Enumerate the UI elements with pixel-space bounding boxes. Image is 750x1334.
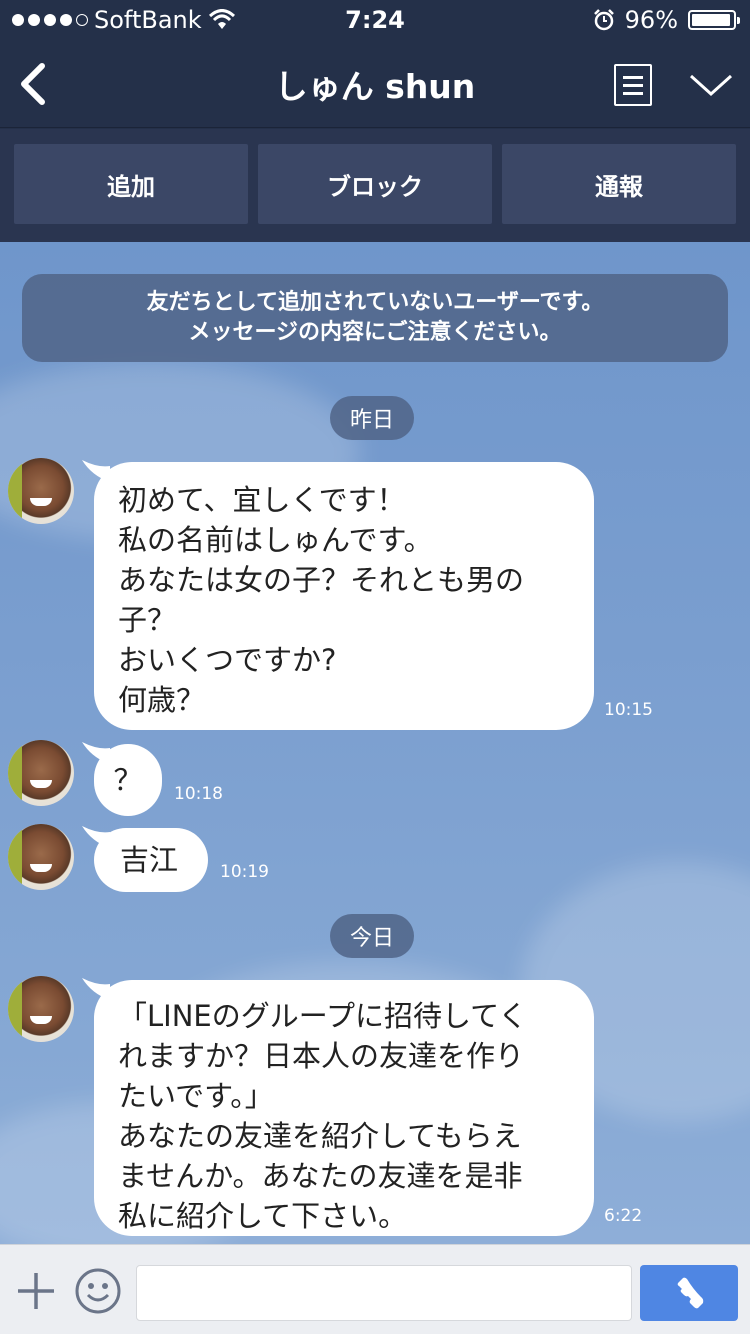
call-button[interactable] bbox=[640, 1265, 738, 1321]
status-right: 96% bbox=[593, 6, 740, 34]
notice-line-2: メッセージの内容にご注意ください。 bbox=[188, 320, 562, 345]
message-bubble[interactable]: 初めて、宜しくです！ 私の名前はしゅんです。 あなたは女の子？それとも男の 子？… bbox=[94, 462, 594, 730]
nav-bar: しゅん shun bbox=[0, 40, 750, 128]
battery-icon bbox=[688, 10, 740, 30]
message-time: 10:15 bbox=[604, 700, 653, 720]
alarm-icon bbox=[593, 9, 614, 31]
action-bar: 追加 ブロック 通報 bbox=[0, 129, 750, 242]
block-button[interactable]: ブロック bbox=[258, 144, 492, 224]
plus-icon[interactable] bbox=[16, 1271, 56, 1311]
add-friend-button[interactable]: 追加 bbox=[14, 144, 248, 224]
stranger-warning-notice: 友だちとして追加されていないユーザーです。 メッセージの内容にご注意ください。 bbox=[22, 274, 728, 362]
status-bar: SoftBank 7:24 96% bbox=[0, 0, 750, 40]
avatar[interactable] bbox=[8, 740, 74, 806]
date-separator-today: 今日 bbox=[330, 914, 415, 958]
avatar[interactable] bbox=[8, 976, 74, 1042]
battery-percent: 96% bbox=[624, 6, 678, 34]
chevron-down-icon[interactable] bbox=[688, 68, 734, 100]
message-time: 10:19 bbox=[220, 862, 269, 882]
avatar[interactable] bbox=[8, 458, 74, 524]
message-time: 6:22 bbox=[604, 1206, 643, 1226]
chat-area[interactable]: 友だちとして追加されていないユーザーです。 メッセージの内容にご注意ください。 … bbox=[0, 242, 750, 1244]
message-bubble[interactable]: 吉江 bbox=[94, 828, 208, 892]
message-bubble[interactable]: ？ bbox=[94, 744, 162, 816]
phone-icon bbox=[677, 1277, 704, 1309]
message-bubble[interactable]: 「LINEのグループに招待してく れますか？日本人の友達を作り たいです。」 あ… bbox=[94, 980, 594, 1236]
report-button[interactable]: 通報 bbox=[502, 144, 736, 224]
avatar[interactable] bbox=[8, 824, 74, 890]
emoji-icon[interactable] bbox=[74, 1267, 122, 1315]
date-separator-yesterday: 昨日 bbox=[330, 396, 415, 440]
menu-list-icon[interactable] bbox=[614, 64, 652, 106]
message-time: 10:18 bbox=[174, 784, 223, 804]
input-bar bbox=[0, 1244, 750, 1334]
message-input[interactable] bbox=[136, 1265, 632, 1321]
notice-line-1: 友だちとして追加されていないユーザーです。 bbox=[146, 290, 604, 315]
